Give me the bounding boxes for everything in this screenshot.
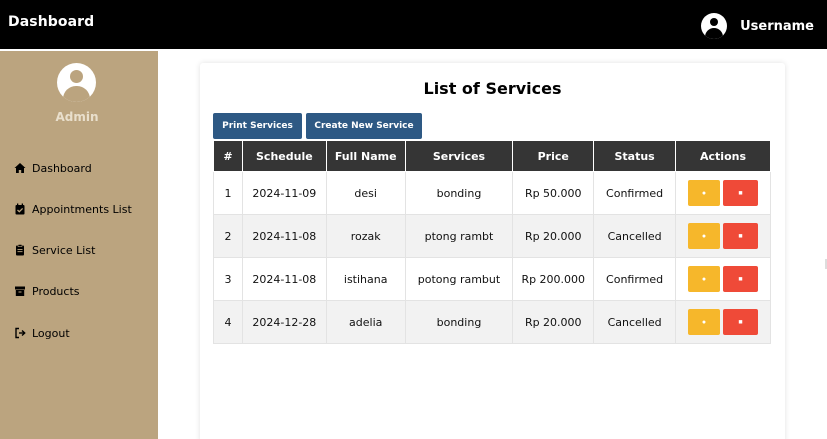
price-cell: Rp 20.000 xyxy=(512,214,595,258)
price-cell: Rp 20.000 xyxy=(512,300,595,344)
sidebar-item-appointments[interactable]: Appointments List xyxy=(14,200,132,218)
table-row: 1 2024-11-09 desi bonding Rp 50.000 Conf… xyxy=(213,171,771,215)
clipboard-icon xyxy=(14,244,26,256)
home-icon xyxy=(14,162,26,174)
sidebar-item-label: Dashboard xyxy=(32,161,92,175)
admin-avatar-icon xyxy=(57,63,96,102)
edit-button[interactable]: ● xyxy=(688,223,721,249)
price-cell: Rp 200.000 xyxy=(512,257,595,301)
sidebar-item-service-list[interactable]: Service List xyxy=(14,241,95,259)
user-avatar-icon[interactable] xyxy=(701,13,728,39)
actions-cell: ● ■ xyxy=(675,300,771,344)
service-cell: bonding xyxy=(404,171,514,215)
column-header: Schedule xyxy=(241,140,327,172)
column-header: # xyxy=(213,140,243,172)
table-row: 4 2024-12-28 adelia bonding Rp 20.000 Ca… xyxy=(213,300,771,344)
brand-title[interactable]: Dashboard xyxy=(8,14,94,30)
user-menu[interactable]: Username xyxy=(701,13,814,39)
table-row: 2 2024-11-08 rozak ptong rambt Rp 20.000… xyxy=(213,214,771,258)
sidebar: Admin Dashboard Appointments List Servic… xyxy=(0,51,158,439)
delete-button[interactable]: ■ xyxy=(723,180,759,206)
full-name-cell: adelia xyxy=(325,300,406,344)
column-header: Actions xyxy=(675,140,771,172)
row-number: 2 xyxy=(213,214,243,258)
services-card: List of Services Print Services Create N… xyxy=(200,63,785,439)
sidebar-item-label: Products xyxy=(32,284,80,298)
column-header: Price xyxy=(512,140,595,172)
delete-button[interactable]: ■ xyxy=(723,309,759,335)
sidebar-item-dashboard[interactable]: Dashboard xyxy=(14,159,92,177)
row-number: 4 xyxy=(213,300,243,344)
status-cell: Cancelled xyxy=(593,300,677,344)
trash-icon: ■ xyxy=(738,189,743,197)
schedule-cell: 2024-11-08 xyxy=(241,257,327,301)
sidebar-item-label: Service List xyxy=(32,243,96,257)
edit-icon: ● xyxy=(701,275,707,283)
actions-cell: ● ■ xyxy=(675,214,771,258)
column-header: Services xyxy=(404,140,514,172)
archive-icon xyxy=(14,285,26,297)
delete-button[interactable]: ■ xyxy=(723,266,759,292)
table-row: 3 2024-11-08 istihana potong rambut Rp 2… xyxy=(213,257,771,301)
service-cell: potong rambut xyxy=(404,257,514,301)
admin-label: Admin xyxy=(55,110,99,124)
full-name-cell: rozak xyxy=(325,214,406,258)
calendar-check-icon xyxy=(14,203,26,215)
edit-button[interactable]: ● xyxy=(688,180,721,206)
price-cell: Rp 50.000 xyxy=(512,171,595,215)
trash-icon: ■ xyxy=(738,275,743,283)
edit-icon: ● xyxy=(701,232,707,240)
sidebar-item-logout[interactable]: Logout xyxy=(14,324,70,342)
row-number: 1 xyxy=(213,171,243,215)
edit-button[interactable]: ● xyxy=(688,266,721,292)
create-service-button[interactable]: Create New Service xyxy=(306,113,422,139)
row-number: 3 xyxy=(213,257,243,301)
service-cell: ptong rambt xyxy=(404,214,514,258)
column-header: Status xyxy=(593,140,677,172)
page-title: List of Services xyxy=(423,79,562,98)
schedule-cell: 2024-11-08 xyxy=(241,214,327,258)
delete-button[interactable]: ■ xyxy=(723,223,759,249)
print-services-button[interactable]: Print Services xyxy=(213,113,302,139)
schedule-cell: 2024-11-09 xyxy=(241,171,327,215)
full-name-cell: istihana xyxy=(325,257,406,301)
actions-cell: ● ■ xyxy=(675,171,771,215)
full-name-cell: desi xyxy=(325,171,406,215)
column-header: Full Name xyxy=(325,140,406,172)
top-bar: Dashboard Username xyxy=(0,0,827,49)
edit-icon: ● xyxy=(701,189,707,197)
sidebar-item-label: Logout xyxy=(32,326,70,340)
services-table: # Schedule Full Name Services Price Stat… xyxy=(213,140,771,344)
edit-button[interactable]: ● xyxy=(688,309,721,335)
service-cell: bonding xyxy=(404,300,514,344)
actions-cell: ● ■ xyxy=(675,257,771,301)
edit-icon: ● xyxy=(701,318,707,326)
schedule-cell: 2024-12-28 xyxy=(241,300,327,344)
status-cell: Confirmed xyxy=(593,257,677,301)
status-cell: Cancelled xyxy=(593,214,677,258)
username-label[interactable]: Username xyxy=(740,19,814,34)
trash-icon: ■ xyxy=(738,232,743,240)
status-cell: Confirmed xyxy=(593,171,677,215)
table-header-row: # Schedule Full Name Services Price Stat… xyxy=(213,140,771,172)
logout-icon xyxy=(14,327,26,339)
sidebar-item-label: Appointments List xyxy=(32,202,132,216)
trash-icon: ■ xyxy=(738,318,743,326)
sidebar-item-products[interactable]: Products xyxy=(14,282,80,300)
